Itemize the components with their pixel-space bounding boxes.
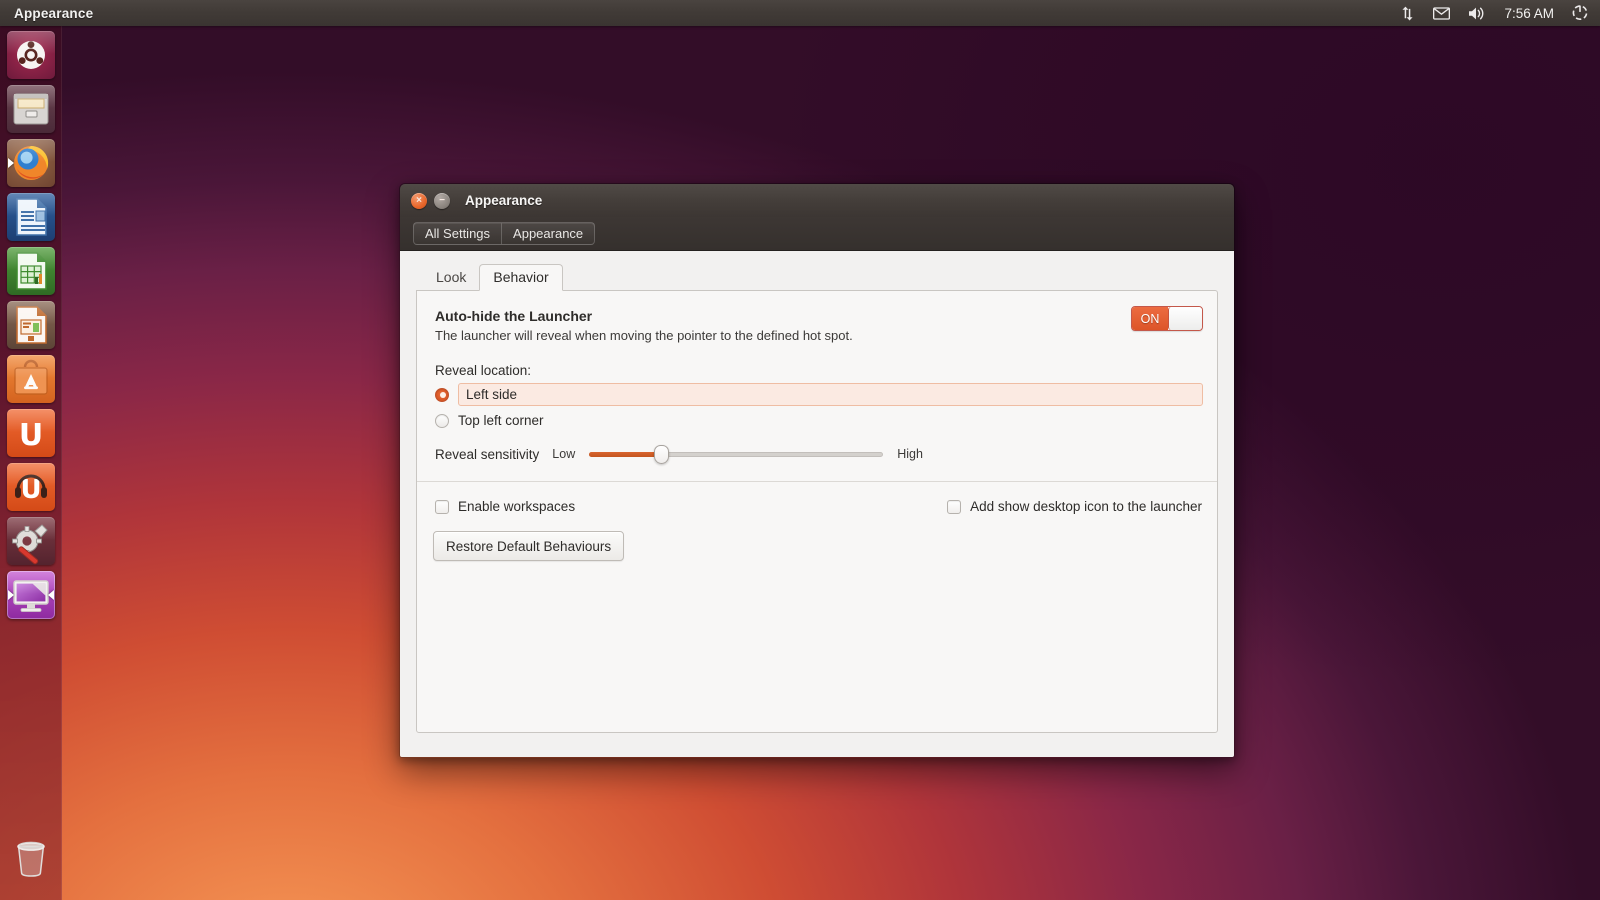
reveal-sensitivity-label: Reveal sensitivity xyxy=(435,446,540,462)
network-icon[interactable] xyxy=(1391,0,1424,26)
volume-icon[interactable] xyxy=(1459,0,1495,26)
show-desktop-icon-checkbox-row[interactable]: Add show desktop icon to the launcher xyxy=(947,499,1202,514)
launcher-item-libreoffice-writer-icon[interactable] xyxy=(6,193,55,241)
launcher-item-trash-icon[interactable] xyxy=(7,834,55,882)
autohide-title: Auto-hide the Launcher xyxy=(435,308,593,324)
top-panel: Appearance 7:56 AM xyxy=(0,0,1600,26)
unity-launcher: U U xyxy=(0,26,62,900)
window-titlebar[interactable]: × − Appearance xyxy=(400,184,1234,217)
window-content: Look Behavior Auto-hide the Launcher The… xyxy=(400,251,1234,757)
autohide-section: Auto-hide the Launcher The launcher will… xyxy=(417,291,1217,343)
session-icon[interactable] xyxy=(1563,0,1600,26)
launcher-item-appearance-icon[interactable] xyxy=(6,571,55,619)
enable-workspaces-checkbox[interactable] xyxy=(435,499,449,514)
enable-workspaces-checkbox-row[interactable]: Enable workspaces xyxy=(435,499,575,514)
focused-indicator-arrow xyxy=(47,590,54,600)
sensitivity-max-label: High xyxy=(897,447,923,461)
behavior-panel: Auto-hide the Launcher The launcher will… xyxy=(416,290,1218,733)
running-indicator-arrow xyxy=(7,590,14,600)
window-toolbar: All Settings Appearance xyxy=(400,217,1234,251)
sensitivity-min-label: Low xyxy=(552,447,576,461)
appearance-window: × − Appearance All Settings Appearance L… xyxy=(399,183,1235,758)
launcher-item-system-settings-icon[interactable] xyxy=(6,517,55,565)
launcher-item-libreoffice-calc-icon[interactable] xyxy=(6,247,55,295)
autohide-toggle-switch[interactable]: ON xyxy=(1131,306,1203,331)
panel-app-title[interactable]: Appearance xyxy=(14,6,93,21)
launcher-item-software-center-icon[interactable] xyxy=(6,355,55,403)
toggle-knob xyxy=(1168,307,1202,330)
window-title: Appearance xyxy=(465,193,543,208)
tab-behavior[interactable]: Behavior xyxy=(479,264,563,291)
tab-bar: Look Behavior xyxy=(416,263,1218,291)
radio-unselected-icon[interactable] xyxy=(435,413,449,428)
reveal-option-left-side-label: Left side xyxy=(458,383,1203,406)
reveal-location-label: Reveal location: xyxy=(435,363,532,378)
show-desktop-icon-label: Add show desktop icon to the launcher xyxy=(970,499,1202,514)
restore-default-behaviours-button[interactable]: Restore Default Behaviours xyxy=(433,531,625,561)
radio-selected-icon[interactable] xyxy=(435,387,449,402)
tab-look[interactable]: Look xyxy=(423,265,479,290)
show-desktop-icon-checkbox[interactable] xyxy=(947,499,962,514)
reveal-option-top-left-corner-label: Top left corner xyxy=(458,413,544,428)
launcher-item-ubuntu-one-music-icon[interactable]: U xyxy=(6,463,55,511)
all-settings-button[interactable]: All Settings xyxy=(413,222,502,245)
autohide-description: The launcher will reveal when moving the… xyxy=(435,328,853,343)
slider-fill xyxy=(589,451,662,457)
checkbox-row: Enable workspaces Add show desktop icon … xyxy=(435,499,1217,514)
reveal-option-top-left-corner[interactable]: Top left corner xyxy=(435,409,1217,432)
enable-workspaces-label: Enable workspaces xyxy=(458,499,576,514)
window-minimize-button[interactable]: − xyxy=(434,192,450,209)
window-close-button[interactable]: × xyxy=(411,192,427,209)
panel-clock[interactable]: 7:56 AM xyxy=(1495,6,1563,21)
section-divider xyxy=(417,481,1217,482)
slider-thumb[interactable] xyxy=(654,444,670,464)
launcher-item-libreoffice-impress-icon[interactable] xyxy=(6,301,55,349)
reveal-sensitivity-row: Reveal sensitivity Low High xyxy=(435,444,1217,464)
reveal-option-left-side[interactable]: Left side xyxy=(435,383,1217,406)
toggle-state-label: ON xyxy=(1132,307,1168,330)
launcher-item-firefox-icon[interactable] xyxy=(6,139,55,187)
messaging-icon[interactable] xyxy=(1424,0,1459,26)
appearance-breadcrumb-button[interactable]: Appearance xyxy=(501,222,596,245)
running-indicator-arrow xyxy=(7,158,14,168)
svg-text:U: U xyxy=(18,418,42,453)
launcher-item-files-icon[interactable] xyxy=(6,85,55,133)
launcher-item-ubuntu-dash-icon[interactable] xyxy=(6,31,55,79)
launcher-item-ubuntu-one-icon[interactable]: U xyxy=(6,409,55,457)
reveal-sensitivity-slider[interactable] xyxy=(589,444,884,464)
